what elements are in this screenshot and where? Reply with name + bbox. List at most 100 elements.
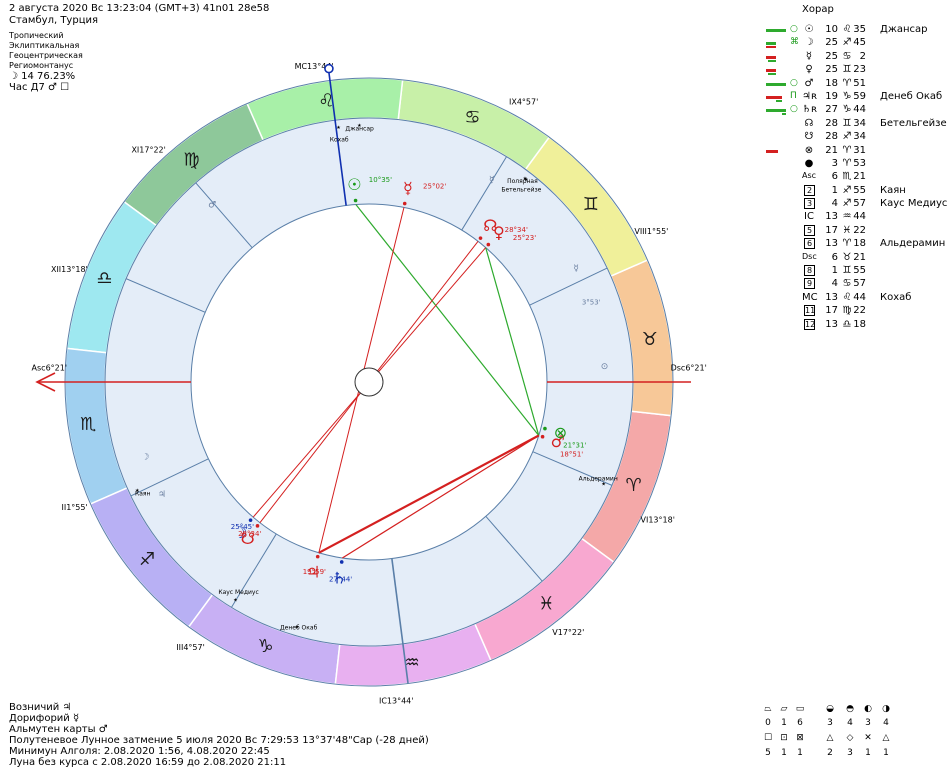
planet-minutes: 21 xyxy=(853,171,866,183)
sign-glyph: ♎ xyxy=(96,268,112,289)
legend-symbol-icon: ◐ xyxy=(864,704,872,714)
planet-tick xyxy=(478,236,483,240)
sign-glyph: ♏ xyxy=(80,414,96,435)
natal-chart-wheel[interactable]: ♈♉♊♋♌♍♎♏♐♑♒♓Asc6°21'II1°55'III4°57'IC13°… xyxy=(0,0,760,768)
doryphory-line: Дорифорий ☿ xyxy=(9,713,80,724)
planet-row[interactable]: 12 13 ♎ 18 xyxy=(766,318,949,332)
sign-glyph: ♉ xyxy=(642,329,658,350)
aux-mark: ♃ xyxy=(158,490,166,500)
planet-minutes: 44 xyxy=(853,211,866,223)
planet-fixed-star: Бетельгейзе xyxy=(880,117,947,129)
planet-minutes: 18 xyxy=(853,318,866,330)
debility-bar xyxy=(768,59,776,62)
legend-symbol-icon: ⊡ xyxy=(780,733,788,743)
planet-degree: 18 xyxy=(825,77,838,89)
planet-row[interactable]: 9 4 ♋ 57 xyxy=(766,278,949,291)
planet-symbol: ♃ʀ xyxy=(802,90,817,102)
sign-glyph: ♊ xyxy=(583,194,599,215)
planet-minutes: 51 xyxy=(853,77,866,89)
planet-glyph: ☿ xyxy=(403,178,413,197)
planet-degree-label: 10°35' xyxy=(369,176,392,184)
fixed-star-label: Джансар xyxy=(345,126,374,133)
aux-mark: ☽ xyxy=(141,452,149,462)
fixed-star-label: Каян xyxy=(135,491,151,498)
house-cusp-label: XII13°18' xyxy=(51,265,88,274)
planet-tick xyxy=(402,201,407,206)
planet-minutes: 22 xyxy=(853,224,866,236)
planet-degree: 13 xyxy=(825,318,838,330)
planet-row[interactable]: 8 1 ♊ 55 xyxy=(766,265,949,278)
planet-minutes: 44 xyxy=(853,291,866,303)
planet-row[interactable]: ♀ 25 ♊ 23 xyxy=(766,64,949,77)
planet-degree: 13 xyxy=(825,211,838,223)
planet-row[interactable]: ● 3 ♈ 53 xyxy=(766,158,949,171)
planet-row[interactable]: 3 4 ♐ 57 Каус Медиус xyxy=(766,198,949,211)
planet-degree: 6 xyxy=(831,171,838,183)
house-cusp-label: IC13°44' xyxy=(379,696,414,705)
eclipse-line: Полутеневое Лунное затмение 5 июля 2020 … xyxy=(9,735,429,746)
planet-row[interactable]: ○ ☉ 10 ♌ 35 Джансар xyxy=(766,24,949,37)
legend-count: 2 xyxy=(827,748,833,758)
legend-symbol-icon: ⏢ xyxy=(764,704,772,714)
planet-row[interactable]: Asc 6 ♏ 21 xyxy=(766,171,949,184)
planet-symbol: ⊗ xyxy=(804,144,814,156)
planet-row[interactable]: П ♃ʀ 19 ♑ 59 Денеб Окаб xyxy=(766,91,949,104)
planet-degree: 17 xyxy=(825,305,838,317)
fixed-star-icon: ★ xyxy=(523,176,528,182)
planet-symbol: 9 xyxy=(804,278,815,290)
planet-symbol: MC xyxy=(802,291,818,303)
fixed-star-label: Кохаб xyxy=(330,136,349,143)
planet-row[interactable]: IC 13 ♒ 44 xyxy=(766,211,949,224)
dignity-bar xyxy=(766,42,776,46)
planet-degree-label: 25°23' xyxy=(513,234,536,242)
planet-degree-label: 25°02' xyxy=(423,183,446,191)
dignity-bar xyxy=(766,69,776,73)
planet-degree: 28 xyxy=(825,117,838,129)
house-cusp-label: Dsc6°21' xyxy=(671,364,707,373)
planet-row[interactable]: 6 13 ♈ 18 Альдерамин xyxy=(766,238,949,251)
planet-degree-label: 27°44' xyxy=(329,575,352,583)
dignity-bar xyxy=(766,109,786,113)
planet-fixed-star: Каян xyxy=(880,184,906,196)
house-cusp-label: III4°57' xyxy=(176,643,205,652)
debility-bar xyxy=(768,73,776,76)
planet-degree-label: 18°51' xyxy=(560,450,583,458)
legend-symbol-icon: ⏥ xyxy=(780,704,788,714)
planet-row[interactable]: 2 1 ♐ 55 Каян xyxy=(766,184,949,198)
mc-marker-icon xyxy=(324,63,334,74)
planet-row[interactable]: 11 17 ♍ 22 xyxy=(766,305,949,318)
planet-degree-label: 28°34' xyxy=(238,530,261,538)
planet-symbol: ☊ xyxy=(804,117,814,129)
dignity-bar xyxy=(766,82,786,86)
dignity-bar xyxy=(766,55,776,59)
fixed-star-label: Бетельгейзе xyxy=(501,186,541,193)
planet-row[interactable]: ○ ♄ʀ 27 ♑ 44 xyxy=(766,104,949,117)
planet-fixed-star: Альдерамин xyxy=(880,238,946,250)
planet-fixed-star: Денеб Окаб xyxy=(880,90,943,102)
planet-symbol: ♄ʀ xyxy=(802,104,817,116)
planet-minutes: 21 xyxy=(853,251,866,263)
planet-row[interactable]: ⊗ 21 ♈ 31 xyxy=(766,145,949,158)
house-cusp-label: IX4°57' xyxy=(509,97,538,106)
planet-row[interactable]: ☊ 28 ♊ 34 Бетельгейзе xyxy=(766,118,949,131)
fixed-star-icon: ★ xyxy=(336,125,341,131)
planet-row[interactable]: MC 13 ♌ 44 Кохаб xyxy=(766,292,949,305)
planet-symbol: ♀ xyxy=(805,64,813,76)
planet-degree-label: 19°59' xyxy=(303,568,326,576)
planet-row[interactable]: Dsc 6 ♉ 21 xyxy=(766,252,949,265)
debility-bar xyxy=(782,113,786,116)
planet-row[interactable]: ☿ 25 ♋ 2 xyxy=(766,51,949,64)
planet-row[interactable]: ☋ 28 ♐ 34 xyxy=(766,131,949,144)
legend-count: 1 xyxy=(797,748,803,758)
planet-tick xyxy=(543,426,547,431)
planet-degree: 13 xyxy=(825,291,838,303)
planet-minutes: 22 xyxy=(853,305,866,317)
planet-row[interactable]: 5 17 ♓ 22 xyxy=(766,224,949,238)
legend-count: 0 xyxy=(765,718,771,728)
planet-minutes: 31 xyxy=(853,144,866,156)
house-cusp-label: V17°22' xyxy=(552,628,584,637)
sign-glyph: ♑ xyxy=(258,636,274,657)
planet-row[interactable]: ○ ♂ 18 ♈ 51 xyxy=(766,78,949,91)
planet-row[interactable]: ⌘ ☽ 25 ♐ 45 xyxy=(766,37,949,50)
house-cusp-label: Asc6°21' xyxy=(32,364,68,373)
